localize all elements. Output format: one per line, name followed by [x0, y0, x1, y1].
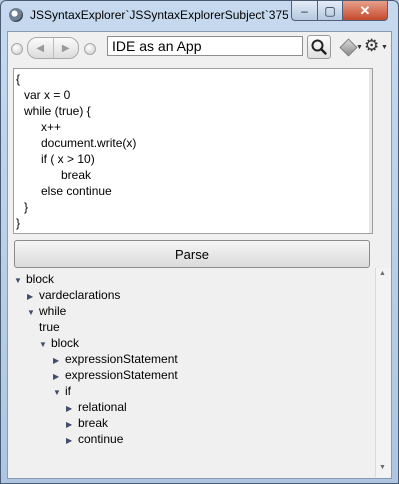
app-window: JSSyntaxExplorer`JSSyntaxExplorerSubject… — [0, 0, 399, 484]
window-title: JSSyntaxExplorer`JSSyntaxExplorerSubject… — [30, 8, 288, 22]
collapsed-arrow-icon[interactable]: ▶ — [66, 433, 78, 449]
caption-buttons: – ▢ ✕ — [291, 1, 388, 21]
right-dot-icon[interactable] — [84, 43, 96, 55]
code-line: break — [61, 168, 92, 182]
code-line: else continue — [41, 184, 112, 198]
expanded-arrow-icon[interactable]: ▼ — [53, 385, 65, 401]
tree-node[interactable]: ▶ relational — [66, 399, 127, 415]
tree-node-label: relational — [78, 400, 127, 414]
scroll-down-icon[interactable]: ▼ — [379, 464, 386, 471]
tree-node-label: while — [39, 304, 67, 318]
back-button[interactable]: ◀ — [28, 38, 54, 58]
gear-icon[interactable]: ⚙ — [364, 37, 379, 54]
tree-node[interactable]: ▶ break — [66, 415, 108, 431]
expanded-arrow-icon[interactable]: ▼ — [39, 337, 51, 353]
close-button[interactable]: ✕ — [343, 1, 388, 21]
magnifier-icon — [311, 39, 327, 55]
tree-node[interactable]: ▶ expressionStatement — [53, 367, 178, 383]
tree-node[interactable]: ▶ vardeclarations — [27, 287, 120, 303]
tree-node-label: vardeclarations — [39, 288, 121, 302]
code-line: } — [16, 216, 21, 230]
tree-node-label: block — [26, 272, 55, 286]
navigation-buttons: ◀ ▶ — [27, 37, 79, 59]
search-button[interactable] — [307, 35, 331, 59]
tree-node-label: continue — [78, 432, 124, 446]
title-bar[interactable]: JSSyntaxExplorer`JSSyntaxExplorerSubject… — [1, 1, 398, 31]
gear-dropdown-icon[interactable]: ▼ — [381, 44, 388, 51]
tree-node[interactable]: ▶ continue — [66, 431, 123, 447]
tree-node-label: block — [51, 336, 80, 350]
code-editor[interactable]: { var x = 0 while (true) { x++ document.… — [13, 68, 371, 234]
tree-node-label: expressionStatement — [65, 368, 178, 382]
tree-node[interactable]: true — [39, 319, 60, 335]
client-area: ◀ ▶ IDE as an App ▼ ⚙ ▼ { var x = 0 whil… — [7, 31, 392, 479]
tree-node-label: expressionStatement — [65, 352, 178, 366]
code-line: x++ — [41, 120, 62, 134]
tree-node[interactable]: ▼ block — [39, 335, 79, 351]
address-field[interactable]: IDE as an App — [107, 36, 303, 56]
scroll-up-icon[interactable]: ▲ — [379, 270, 386, 277]
tree-scrollbar[interactable]: ▲ ▼ — [375, 268, 391, 477]
cube-dropdown-icon[interactable]: ▼ — [356, 44, 363, 51]
toolbar: ◀ ▶ IDE as an App ▼ ⚙ ▼ — [8, 32, 391, 62]
left-dot-icon[interactable] — [11, 43, 23, 55]
tree-node[interactable]: ▼ if — [53, 383, 71, 399]
forward-button[interactable]: ▶ — [54, 38, 79, 58]
code-line: document.write(x) — [41, 136, 137, 150]
editor-scrollbar[interactable] — [369, 68, 373, 234]
cube-icon[interactable] — [339, 38, 358, 57]
parse-button[interactable]: Parse — [14, 240, 370, 268]
minimize-button[interactable]: – — [291, 1, 318, 21]
code-line: } — [24, 200, 29, 214]
maximize-button[interactable]: ▢ — [318, 1, 343, 21]
code-line: if ( x > 10) — [41, 152, 95, 166]
tree-node-label: if — [65, 384, 71, 398]
expanded-arrow-icon[interactable]: ▼ — [14, 273, 26, 289]
tree-node[interactable]: ▼ while — [27, 303, 66, 319]
tree-node[interactable]: ▼ block — [14, 271, 54, 287]
code-line: var x = 0 — [24, 88, 71, 102]
tree-node[interactable]: ▶ expressionStatement — [53, 351, 178, 367]
expanded-arrow-icon[interactable]: ▼ — [27, 305, 39, 321]
tree-node-label: break — [78, 416, 109, 430]
code-line: while (true) { — [24, 104, 91, 118]
code-line: { — [16, 72, 21, 86]
tree-node-label: true — [39, 320, 60, 334]
app-icon[interactable] — [9, 8, 23, 22]
